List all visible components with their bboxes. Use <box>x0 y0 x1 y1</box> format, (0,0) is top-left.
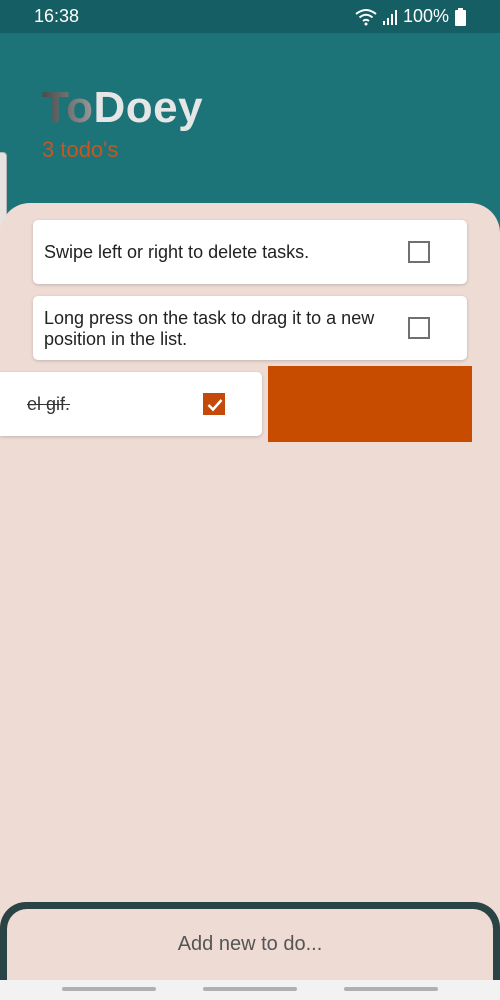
battery-percent: 100% <box>402 6 449 26</box>
nav-home-button[interactable] <box>203 987 297 991</box>
task-item[interactable]: Long press on the task to drag it to a n… <box>33 296 467 360</box>
app-title: ToDoey <box>42 83 203 133</box>
app-title-prefix: To <box>42 83 94 132</box>
swipe-delete-background <box>268 366 472 442</box>
task-text: Swipe left or right to delete tasks. <box>44 242 310 262</box>
task-item[interactable]: Swipe left or right to delete tasks. <box>33 220 467 284</box>
status-icons: 100% <box>355 6 466 27</box>
system-nav-bar <box>0 980 500 1000</box>
add-task-input[interactable]: Add new to do... <box>7 909 493 980</box>
task-checkbox-checked[interactable] <box>203 393 225 415</box>
task-text-completed: el gif. <box>27 394 71 414</box>
battery-icon <box>455 7 466 26</box>
signal-icon <box>382 9 397 25</box>
check-icon <box>207 399 223 412</box>
task-checkbox[interactable] <box>408 317 430 339</box>
task-text: Long press on the task to drag it to a n… <box>44 308 375 349</box>
wifi-icon <box>355 8 377 26</box>
add-task-bar: Add new to do... <box>0 902 500 980</box>
todo-count: 3 todo's <box>42 137 119 162</box>
status-bar: 16:38 100% <box>0 0 500 33</box>
nav-recents-button[interactable] <box>62 987 156 991</box>
task-item-swiping[interactable]: el gif. <box>0 372 262 436</box>
status-time: 16:38 <box>34 6 80 26</box>
nav-back-button[interactable] <box>344 987 438 991</box>
app-title-suffix: Doey <box>93 83 204 132</box>
task-checkbox[interactable] <box>408 241 430 263</box>
